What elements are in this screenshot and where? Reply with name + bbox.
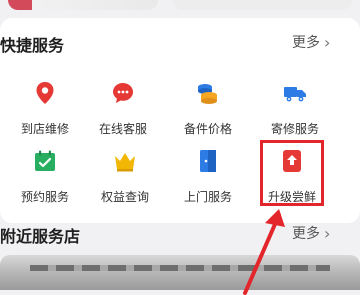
- crown-icon: [115, 153, 135, 172]
- nearby-more-link[interactable]: 更多 ›: [292, 223, 330, 243]
- annotation-arrow-icon: [243, 209, 285, 295]
- top-banner-strip: [0, 0, 360, 20]
- highlight-box: [260, 140, 324, 206]
- service-item-mail-repair[interactable]: 寄修服务: [250, 80, 340, 137]
- service-item-home-service[interactable]: 上门服务: [163, 148, 253, 205]
- more-label: 更多: [292, 35, 320, 51]
- service-label: 到店维修: [20, 122, 69, 136]
- truck-icon: [284, 87, 306, 102]
- service-item-appointment[interactable]: 预约服务: [0, 148, 90, 205]
- quick-services-title: 快捷服务: [0, 36, 65, 55]
- service-label: 权益查询: [100, 190, 149, 204]
- service-item-parts-price[interactable]: 备件价格: [163, 80, 253, 137]
- chevron-right-icon: ›: [324, 223, 331, 243]
- service-label: 备件价格: [183, 122, 232, 136]
- service-item-benefits[interactable]: 权益查询: [80, 148, 170, 205]
- more-label: 更多: [292, 226, 320, 242]
- chevron-right-icon: ›: [324, 32, 331, 52]
- banner-card-right[interactable]: [172, 0, 352, 10]
- chat-bubble-icon: [113, 83, 133, 103]
- nearby-title: 附近服务店: [0, 227, 81, 246]
- service-item-store-repair[interactable]: 到店维修: [0, 80, 90, 137]
- location-pin-icon: [36, 82, 54, 104]
- service-label: 在线客服: [98, 122, 147, 136]
- banner-card-left[interactable]: [8, 0, 158, 10]
- door-icon: [200, 150, 216, 172]
- coin-stack-icon: [198, 84, 217, 104]
- calendar-check-icon: [35, 150, 55, 171]
- service-label: 寄修服务: [270, 122, 319, 136]
- quick-services-more-link[interactable]: 更多 ›: [292, 32, 330, 52]
- service-label: 预约服务: [20, 190, 69, 204]
- service-item-online-support[interactable]: 在线客服: [78, 80, 168, 137]
- service-label: 上门服务: [183, 190, 232, 204]
- nearby-store-photo[interactable]: [0, 255, 360, 290]
